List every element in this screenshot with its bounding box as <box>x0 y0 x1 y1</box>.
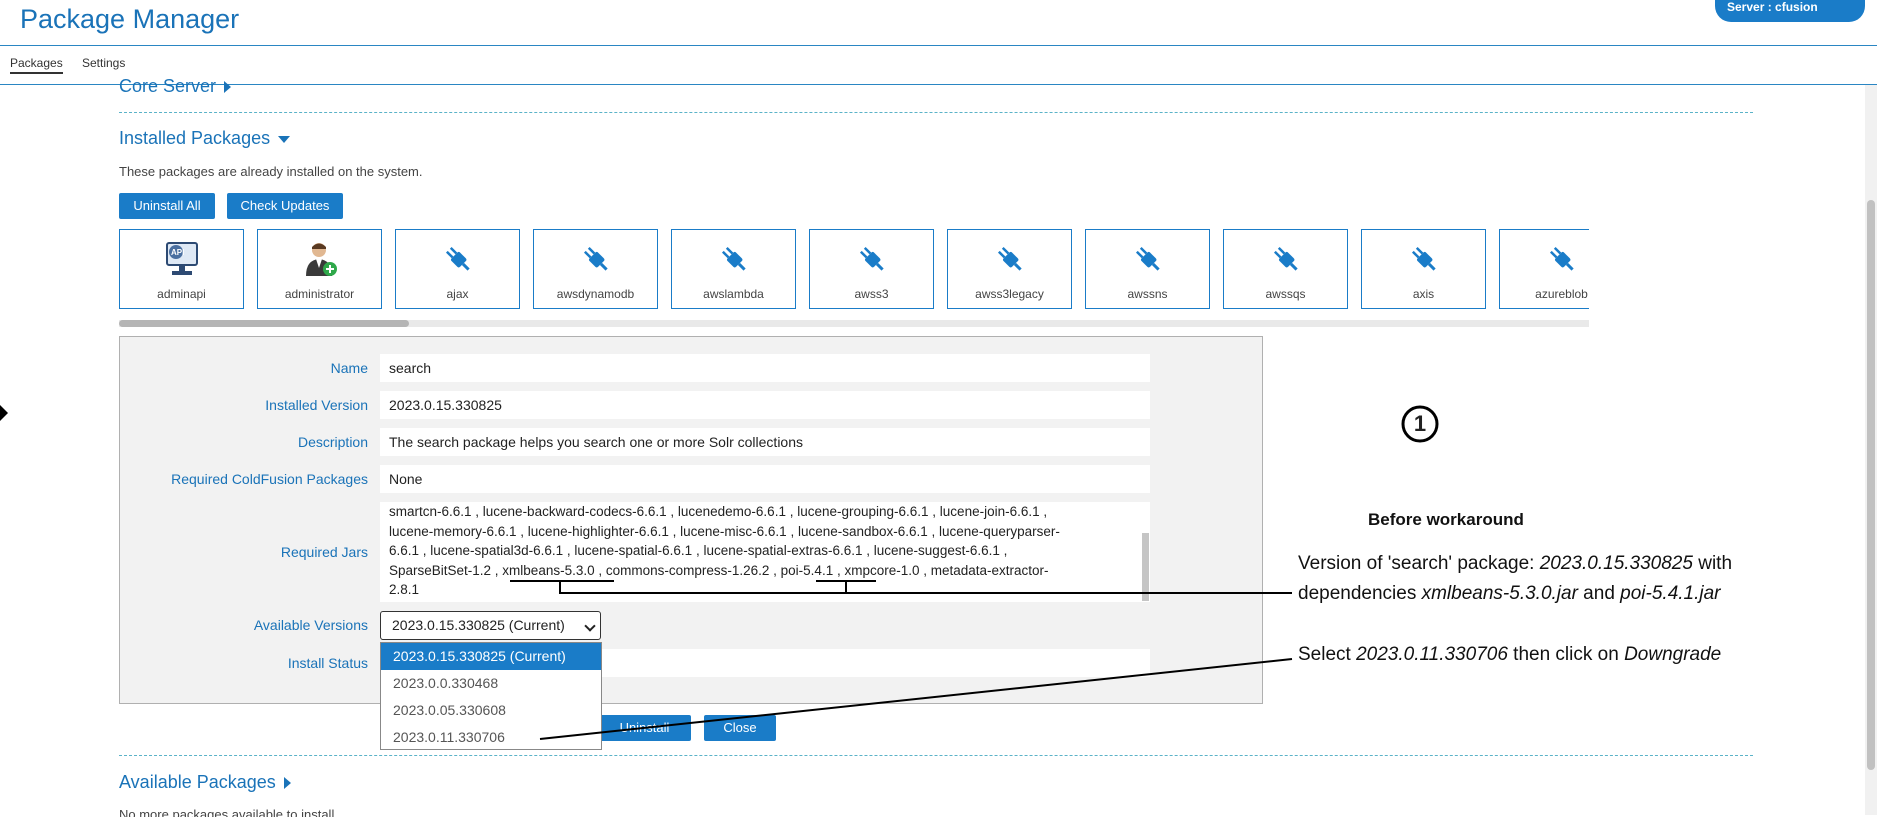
annotation-line-2: dependencies xmlbeans-5.3.0.jar and poi-… <box>1298 583 1721 605</box>
annotation-action: Downgrade <box>1624 644 1722 665</box>
annotation-jar: poi-5.4.1.jar <box>1620 583 1721 604</box>
annotation-text: dependencies <box>1298 583 1422 604</box>
annotation-lines <box>510 580 1293 740</box>
step-number: 1 <box>1413 411 1427 436</box>
annotation-jar: xmlbeans-5.3.0.jar <box>1421 583 1578 604</box>
annotation-line-3: Select 2023.0.11.330706 then click on Do… <box>1298 644 1721 666</box>
annotation-text: Version of 'search' package: <box>1298 553 1540 574</box>
annotation-heading: Before workaround <box>1368 510 1524 529</box>
step-1-icon: 1 <box>1401 405 1439 443</box>
annotation-text: and <box>1577 583 1621 604</box>
annotation-version: 2023.0.15.330825 <box>1539 553 1693 574</box>
annotation-text: then click on <box>1507 644 1625 665</box>
annotation-version: 2023.0.11.330706 <box>1356 644 1508 665</box>
page-scrollbar-thumb[interactable] <box>1867 200 1875 770</box>
annotation-line-1: Version of 'search' package: 2023.0.15.3… <box>1298 553 1732 575</box>
annotation-text: with <box>1692 553 1733 574</box>
left-edge-marker <box>0 405 8 421</box>
annotation-text: Select <box>1298 644 1357 665</box>
